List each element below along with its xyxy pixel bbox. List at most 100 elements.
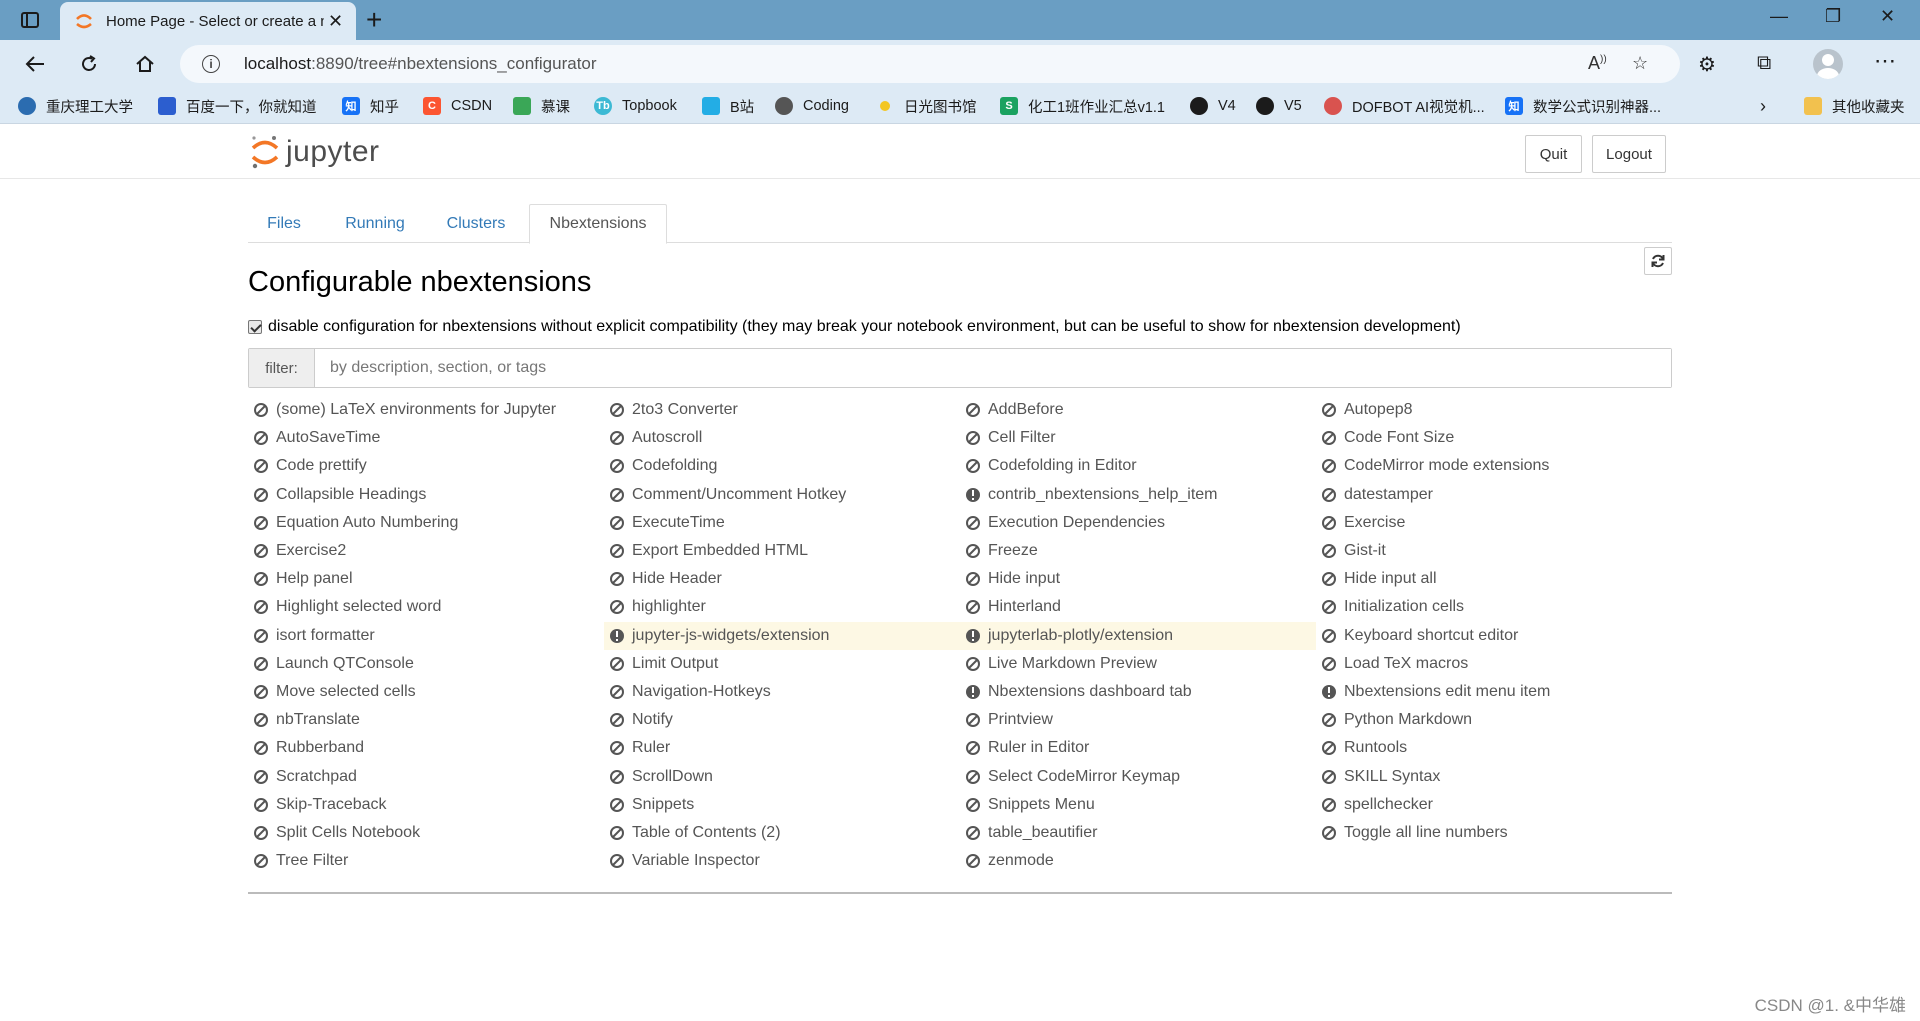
extension-item[interactable]: Ruler in Editor bbox=[960, 734, 1316, 762]
bookmark-item[interactable]: 重庆理工大学 bbox=[18, 94, 133, 118]
browser-tab[interactable]: Home Page - Select or create a n ✕ bbox=[60, 2, 356, 40]
address-bar[interactable]: i localhost:8890/tree#nbextensions_confi… bbox=[180, 45, 1680, 83]
profile-avatar[interactable] bbox=[1813, 49, 1843, 79]
extension-item[interactable]: jupyterlab-plotly/extension bbox=[960, 621, 1316, 650]
extension-item[interactable]: Keyboard shortcut editor bbox=[1316, 622, 1672, 650]
collections-icon[interactable]: ⧉ bbox=[1757, 52, 1771, 75]
tab-nbextensions[interactable]: Nbextensions bbox=[529, 204, 667, 244]
extension-item[interactable]: Snippets Menu bbox=[960, 791, 1316, 819]
extension-item[interactable]: Select CodeMirror Keymap bbox=[960, 762, 1316, 790]
tab-files[interactable]: Files bbox=[248, 204, 320, 244]
extension-item[interactable]: isort formatter bbox=[248, 622, 604, 650]
extension-item[interactable]: highlighter bbox=[604, 593, 960, 621]
compat-option[interactable]: disable configuration for nbextensions w… bbox=[248, 318, 1461, 336]
bookmark-item[interactable]: Tb Topbook bbox=[594, 94, 677, 118]
logout-button[interactable]: Logout bbox=[1592, 135, 1666, 173]
tab-clusters[interactable]: Clusters bbox=[430, 204, 522, 244]
extension-item[interactable]: Table of Contents (2) bbox=[604, 819, 960, 847]
bookmark-folder[interactable]: 其他收藏夹 bbox=[1804, 94, 1905, 118]
extension-item[interactable]: Ruler bbox=[604, 734, 960, 762]
jupyter-logo[interactable]: jupyter bbox=[250, 134, 380, 170]
filter-input[interactable] bbox=[315, 349, 1671, 387]
extension-item[interactable]: datestamper bbox=[1316, 481, 1672, 509]
extension-item[interactable]: Help panel bbox=[248, 565, 604, 593]
extension-item[interactable]: Live Markdown Preview bbox=[960, 650, 1316, 678]
extension-item[interactable]: Initialization cells bbox=[1316, 593, 1672, 621]
add-favorite-icon[interactable]: ☆ bbox=[1632, 53, 1648, 74]
extension-item[interactable]: Nbextensions dashboard tab bbox=[960, 678, 1316, 706]
extension-item[interactable]: Equation Auto Numbering bbox=[248, 509, 604, 537]
extension-item[interactable]: Execution Dependencies bbox=[960, 509, 1316, 537]
site-info-icon[interactable]: i bbox=[202, 55, 220, 73]
extension-item[interactable]: Printview bbox=[960, 706, 1316, 734]
extension-item[interactable]: Skip-Traceback bbox=[248, 791, 604, 819]
extension-item[interactable]: Collapsible Headings bbox=[248, 481, 604, 509]
extension-item[interactable]: zenmode bbox=[960, 847, 1316, 875]
minimize-icon[interactable]: — bbox=[1770, 6, 1788, 27]
extension-item[interactable]: Snippets bbox=[604, 791, 960, 819]
extension-item[interactable]: CodeMirror mode extensions bbox=[1316, 452, 1672, 480]
more-menu-icon[interactable]: ⋯ bbox=[1874, 48, 1896, 74]
extension-item[interactable]: Exercise bbox=[1316, 509, 1672, 537]
bookmark-item[interactable]: S 化工1班作业汇总v1.1 bbox=[1000, 94, 1165, 118]
extension-item[interactable]: Move selected cells bbox=[248, 678, 604, 706]
bookmarks-overflow-chevron-icon[interactable]: › bbox=[1760, 94, 1766, 118]
extension-item[interactable]: 2to3 Converter bbox=[604, 396, 960, 424]
extension-item[interactable]: SKILL Syntax bbox=[1316, 762, 1672, 790]
extension-item[interactable]: Split Cells Notebook bbox=[248, 819, 604, 847]
new-tab-button[interactable]: + bbox=[366, 4, 382, 36]
quit-button[interactable]: Quit bbox=[1525, 135, 1582, 173]
extension-item[interactable]: Nbextensions edit menu item bbox=[1316, 678, 1672, 706]
extension-item[interactable]: nbTranslate bbox=[248, 706, 604, 734]
bookmark-item[interactable]: 知知乎 bbox=[342, 94, 399, 118]
tab-actions-button[interactable] bbox=[14, 7, 46, 33]
compat-checkbox[interactable] bbox=[248, 320, 262, 334]
reload-icon[interactable] bbox=[74, 50, 104, 78]
tab-close-icon[interactable]: ✕ bbox=[328, 11, 343, 32]
extension-item[interactable]: Codefolding bbox=[604, 452, 960, 480]
extension-item[interactable]: Autopep8 bbox=[1316, 396, 1672, 424]
extension-item[interactable]: Tree Filter bbox=[248, 847, 604, 875]
bookmark-item[interactable]: 百度一下，你就知道 bbox=[158, 94, 317, 118]
bookmark-item[interactable]: C CSDN bbox=[423, 94, 492, 118]
extension-item[interactable]: jupyter-js-widgets/extension bbox=[604, 621, 960, 650]
extension-item[interactable]: table_beautifier bbox=[960, 819, 1316, 847]
extension-item[interactable]: Runtools bbox=[1316, 734, 1672, 762]
extension-item[interactable]: Hide input all bbox=[1316, 565, 1672, 593]
bookmark-item[interactable]: Coding bbox=[775, 94, 849, 118]
extension-item[interactable]: ScrollDown bbox=[604, 762, 960, 790]
extension-item[interactable]: Hide Header bbox=[604, 565, 960, 593]
extension-item[interactable]: Exercise2 bbox=[248, 537, 604, 565]
extension-item[interactable]: AutoSaveTime bbox=[248, 424, 604, 452]
extension-item[interactable]: Comment/Uncomment Hotkey bbox=[604, 481, 960, 509]
read-aloud-icon[interactable]: A)) bbox=[1588, 53, 1607, 74]
bookmark-item[interactable]: V5 bbox=[1256, 94, 1302, 118]
extension-item[interactable]: ExecuteTime bbox=[604, 509, 960, 537]
refresh-button[interactable] bbox=[1644, 247, 1672, 275]
tab-running[interactable]: Running bbox=[328, 204, 422, 244]
extension-item[interactable]: Limit Output bbox=[604, 650, 960, 678]
extension-item[interactable]: Cell Filter bbox=[960, 424, 1316, 452]
bookmark-item[interactable]: 日光图书馆 bbox=[876, 94, 977, 118]
back-icon[interactable] bbox=[20, 50, 50, 78]
extension-item[interactable]: Python Markdown bbox=[1316, 706, 1672, 734]
extension-item[interactable]: contrib_nbextensions_help_item bbox=[960, 481, 1316, 509]
extension-item[interactable]: Rubberband bbox=[248, 734, 604, 762]
url-text[interactable]: localhost:8890/tree#nbextensions_configu… bbox=[244, 54, 597, 74]
extension-item[interactable]: Hide input bbox=[960, 565, 1316, 593]
extension-item[interactable]: Gist-it bbox=[1316, 537, 1672, 565]
extension-item[interactable]: Scratchpad bbox=[248, 762, 604, 790]
extension-item[interactable]: Freeze bbox=[960, 537, 1316, 565]
home-icon[interactable] bbox=[130, 50, 160, 78]
bookmark-item[interactable]: B站 bbox=[702, 94, 754, 118]
extension-item[interactable]: Code Font Size bbox=[1316, 424, 1672, 452]
extension-item[interactable]: Codefolding in Editor bbox=[960, 452, 1316, 480]
restore-icon[interactable]: ❐ bbox=[1825, 6, 1841, 27]
extension-item[interactable]: Hinterland bbox=[960, 593, 1316, 621]
bookmark-item[interactable]: DOFBOT AI视觉机... bbox=[1324, 94, 1485, 118]
extension-item[interactable]: (some) LaTeX environments for Jupyter bbox=[248, 396, 604, 424]
extension-item[interactable]: Export Embedded HTML bbox=[604, 537, 960, 565]
extension-item[interactable]: Launch QTConsole bbox=[248, 650, 604, 678]
extension-item[interactable]: Load TeX macros bbox=[1316, 650, 1672, 678]
extensions-icon[interactable]: ⚙ bbox=[1698, 52, 1716, 77]
